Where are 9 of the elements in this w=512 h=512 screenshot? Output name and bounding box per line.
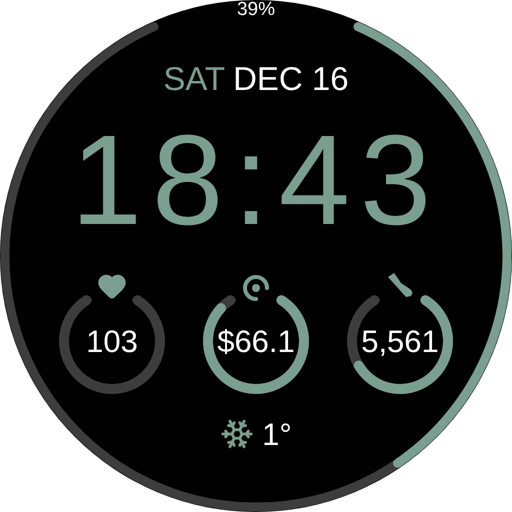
complication-value: $66.1 (217, 326, 295, 356)
snowflake-icon (220, 417, 254, 451)
battery-percent: 39% (236, 0, 276, 19)
temperature: 1° (262, 418, 292, 450)
complication-value: 103 (86, 326, 138, 356)
weekday: SAT (163, 62, 226, 95)
time: 18:43 (70, 117, 442, 245)
complication-value: 5,561 (361, 326, 439, 356)
date: DEC 16 (233, 62, 349, 95)
